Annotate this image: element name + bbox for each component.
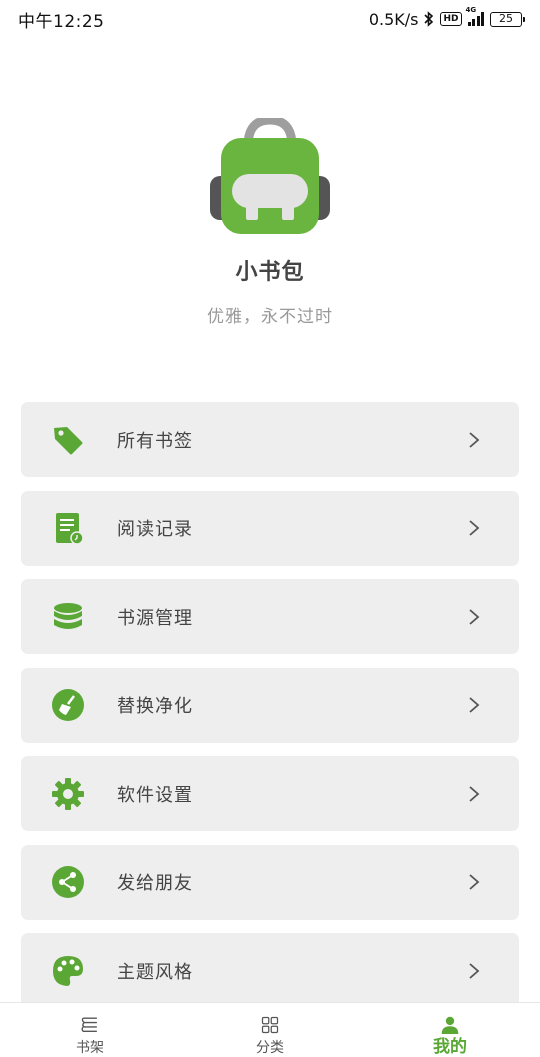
menu-item-theme[interactable]: 主题风格: [21, 933, 519, 1008]
bottom-nav: 书架 分类 我的: [0, 1002, 540, 1057]
share-icon: [51, 865, 85, 899]
tab-category[interactable]: 分类: [180, 1003, 360, 1057]
signal-icon: 4G: [466, 6, 484, 26]
chevron-right-icon: [469, 785, 480, 802]
palette-icon: [51, 954, 85, 988]
reading-history-icon: [51, 511, 85, 545]
backpack-logo-icon: [210, 115, 330, 234]
menu-item-label: 软件设置: [117, 784, 193, 806]
menu-item-share[interactable]: 发给朋友: [21, 844, 519, 920]
net-speed: 0.5K/s: [368, 9, 419, 29]
chevron-right-icon: [469, 962, 480, 979]
status-bar: 中午12:25 0.5K/s HD 4G 25: [0, 0, 540, 38]
chevron-right-icon: [469, 520, 480, 536]
tab-label: 书架: [76, 1040, 104, 1056]
menu-item-label: 书源管理: [117, 607, 193, 629]
status-time: 中午12:25: [18, 11, 105, 32]
app-logo: [210, 115, 330, 238]
hd-badge: HD: [440, 12, 462, 26]
menu-item-label: 主题风格: [117, 961, 193, 983]
chevron-right-icon: [469, 608, 480, 625]
menu-item-book-sources[interactable]: 书源管理: [21, 579, 519, 654]
database-icon: [51, 600, 85, 634]
menu-item-label: 阅读记录: [117, 519, 193, 540]
grid-icon: [261, 1016, 279, 1034]
bluetooth-icon: [424, 11, 434, 27]
app-slogan: 优雅，永不过时: [207, 307, 333, 327]
menu-list: 所有书签 阅读记录 书源管理 替换净化 软件设置 发给朋友 主题风格: [21, 402, 519, 1022]
menu-item-bookmarks[interactable]: 所有书签: [21, 402, 519, 477]
chevron-right-icon: [469, 431, 480, 448]
network-type: 4G: [465, 6, 477, 14]
tab-bookshelf[interactable]: 书架: [0, 1003, 180, 1057]
broom-icon: [51, 688, 85, 722]
menu-item-settings[interactable]: 软件设置: [21, 756, 519, 831]
menu-item-label: 发给朋友: [117, 873, 193, 894]
chevron-right-icon: [469, 874, 480, 890]
bookshelf-icon: [81, 1017, 97, 1032]
battery-icon: 25: [490, 11, 525, 27]
tab-label: 分类: [256, 1040, 284, 1056]
gear-icon: [51, 777, 85, 811]
menu-item-replace-purify[interactable]: 替换净化: [21, 667, 519, 743]
menu-item-reading-history[interactable]: 阅读记录: [21, 490, 519, 566]
status-indicators: 0.5K/s HD 4G 25: [368, 6, 525, 29]
menu-item-label: 替换净化: [117, 696, 193, 717]
bookmark-tag-icon: [51, 423, 85, 457]
tab-label: 我的: [433, 1037, 467, 1057]
app-name: 小书包: [235, 260, 305, 285]
menu-item-label: 所有书签: [117, 430, 193, 452]
chevron-right-icon: [469, 697, 480, 713]
tab-mine[interactable]: 我的: [360, 1003, 540, 1057]
